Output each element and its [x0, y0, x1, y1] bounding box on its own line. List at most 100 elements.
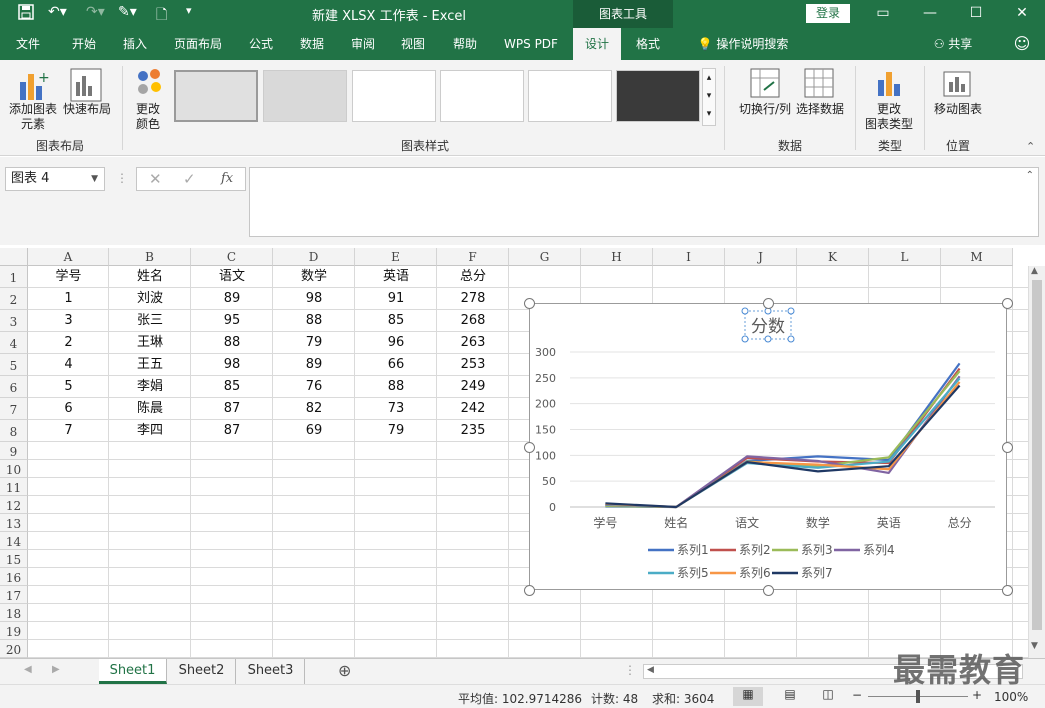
- name-box[interactable]: 图表 4 ▼: [5, 167, 105, 191]
- column-header-k[interactable]: K: [797, 248, 869, 266]
- scroll-left-icon[interactable]: ◀: [647, 665, 654, 675]
- chart-resize-handle[interactable]: [1002, 585, 1013, 596]
- cell[interactable]: 249: [437, 378, 509, 396]
- styles-scroll[interactable]: ▴ ▾ ▾: [702, 68, 716, 126]
- minimize-icon[interactable]: —: [907, 0, 953, 28]
- palette-icon[interactable]: [135, 68, 165, 101]
- chevron-down-icon[interactable]: ▼: [91, 168, 98, 190]
- row-header[interactable]: 14: [0, 532, 28, 550]
- cell[interactable]: 235: [437, 422, 509, 440]
- smiley-icon[interactable]: ☺: [1010, 28, 1034, 60]
- change-chart-type-button[interactable]: 更改 图表类型: [860, 102, 918, 132]
- scroll-up-icon[interactable]: ▲: [1031, 266, 1038, 276]
- ribbon-display-icon[interactable]: ▭: [860, 0, 906, 28]
- cell[interactable]: 87: [191, 400, 273, 418]
- tab-home[interactable]: 开始: [62, 28, 106, 60]
- switch-row-column-button[interactable]: 切换行/列: [734, 102, 796, 117]
- cell[interactable]: 王琳: [109, 334, 191, 352]
- zoom-out-icon[interactable]: −: [852, 688, 862, 702]
- cell[interactable]: 88: [273, 312, 355, 330]
- page-break-view-icon[interactable]: ◫: [817, 687, 839, 706]
- print-preview-icon[interactable]: 🗋: [156, 4, 167, 28]
- tab-data[interactable]: 数据: [290, 28, 334, 60]
- cell[interactable]: 1: [28, 290, 109, 308]
- row-header[interactable]: 11: [0, 478, 28, 496]
- chart-style-6[interactable]: [616, 70, 700, 122]
- cancel-icon[interactable]: ✕: [149, 170, 162, 188]
- column-header-h[interactable]: H: [581, 248, 653, 266]
- tab-design[interactable]: 设计: [573, 28, 621, 60]
- cell[interactable]: 98: [191, 356, 273, 374]
- cell[interactable]: 7: [28, 422, 109, 440]
- cell[interactable]: 82: [273, 400, 355, 418]
- column-header-b[interactable]: B: [109, 248, 191, 266]
- change-chart-type-icon[interactable]: [875, 68, 905, 101]
- change-colors-button[interactable]: 更改 颜色: [128, 102, 168, 132]
- row-header[interactable]: 10: [0, 460, 28, 478]
- tab-formulas[interactable]: 公式: [240, 28, 282, 60]
- prev-sheet-icon[interactable]: ◀: [24, 664, 32, 675]
- column-header-a[interactable]: A: [28, 248, 109, 266]
- add-chart-element-icon[interactable]: +: [18, 68, 50, 105]
- cell[interactable]: 88: [191, 334, 273, 352]
- row-header[interactable]: 18: [0, 604, 28, 622]
- next-sheet-icon[interactable]: ▶: [52, 664, 60, 675]
- column-header-e[interactable]: E: [355, 248, 437, 266]
- cell[interactable]: 2: [28, 334, 109, 352]
- cell[interactable]: 85: [191, 378, 273, 396]
- column-header-m[interactable]: M: [941, 248, 1013, 266]
- cell[interactable]: 学号: [28, 268, 109, 286]
- row-header[interactable]: 5: [0, 354, 28, 376]
- tab-format[interactable]: 格式: [626, 28, 670, 60]
- chart-style-2[interactable]: [263, 70, 347, 122]
- cell[interactable]: 4: [28, 356, 109, 374]
- cell[interactable]: 总分: [437, 268, 509, 286]
- cell[interactable]: 英语: [355, 268, 437, 286]
- cell[interactable]: 3: [28, 312, 109, 330]
- cell[interactable]: 王五: [109, 356, 191, 374]
- chart-style-4[interactable]: [440, 70, 524, 122]
- cell[interactable]: 263: [437, 334, 509, 352]
- column-header-j[interactable]: J: [725, 248, 797, 266]
- move-chart-button[interactable]: 移动图表: [930, 102, 986, 117]
- move-chart-icon[interactable]: [943, 68, 973, 101]
- row-header[interactable]: 8: [0, 420, 28, 442]
- cell[interactable]: 95: [191, 312, 273, 330]
- tab-insert[interactable]: 插入: [114, 28, 156, 60]
- cell[interactable]: 242: [437, 400, 509, 418]
- cell[interactable]: 253: [437, 356, 509, 374]
- row-header[interactable]: 1: [0, 266, 28, 288]
- zoom-level[interactable]: 100%: [994, 690, 1028, 704]
- chart-resize-handle[interactable]: [524, 585, 535, 596]
- customize-qat-icon[interactable]: ▾: [186, 4, 192, 17]
- cell[interactable]: 88: [355, 378, 437, 396]
- row-header[interactable]: 19: [0, 622, 28, 640]
- save-icon[interactable]: [18, 4, 34, 24]
- chart-style-5[interactable]: [528, 70, 612, 122]
- share-button[interactable]: ⚇ 共享: [928, 28, 978, 60]
- chart-resize-handle[interactable]: [763, 298, 774, 309]
- cell[interactable]: 6: [28, 400, 109, 418]
- column-header-f[interactable]: F: [437, 248, 509, 266]
- zoom-slider-thumb[interactable]: [916, 690, 920, 703]
- cell[interactable]: 91: [355, 290, 437, 308]
- sheet-tab-sheet3[interactable]: Sheet3: [237, 659, 305, 684]
- chart-resize-handle[interactable]: [1002, 442, 1013, 453]
- cell[interactable]: 张三: [109, 312, 191, 330]
- tell-me-search[interactable]: 💡 操作说明搜索: [688, 28, 798, 60]
- chart-resize-handle[interactable]: [524, 298, 535, 309]
- cell[interactable]: 98: [273, 290, 355, 308]
- cell[interactable]: 278: [437, 290, 509, 308]
- cell[interactable]: 89: [273, 356, 355, 374]
- cell[interactable]: 87: [191, 422, 273, 440]
- column-header-l[interactable]: L: [869, 248, 941, 266]
- cell[interactable]: 5: [28, 378, 109, 396]
- column-header-g[interactable]: G: [509, 248, 581, 266]
- chart-resize-handle[interactable]: [524, 442, 535, 453]
- row-header[interactable]: 2: [0, 288, 28, 310]
- cell[interactable]: 268: [437, 312, 509, 330]
- row-header[interactable]: 7: [0, 398, 28, 420]
- login-button[interactable]: 登录: [806, 4, 850, 23]
- cell[interactable]: 66: [355, 356, 437, 374]
- quick-layout-button[interactable]: 快速布局: [60, 102, 114, 117]
